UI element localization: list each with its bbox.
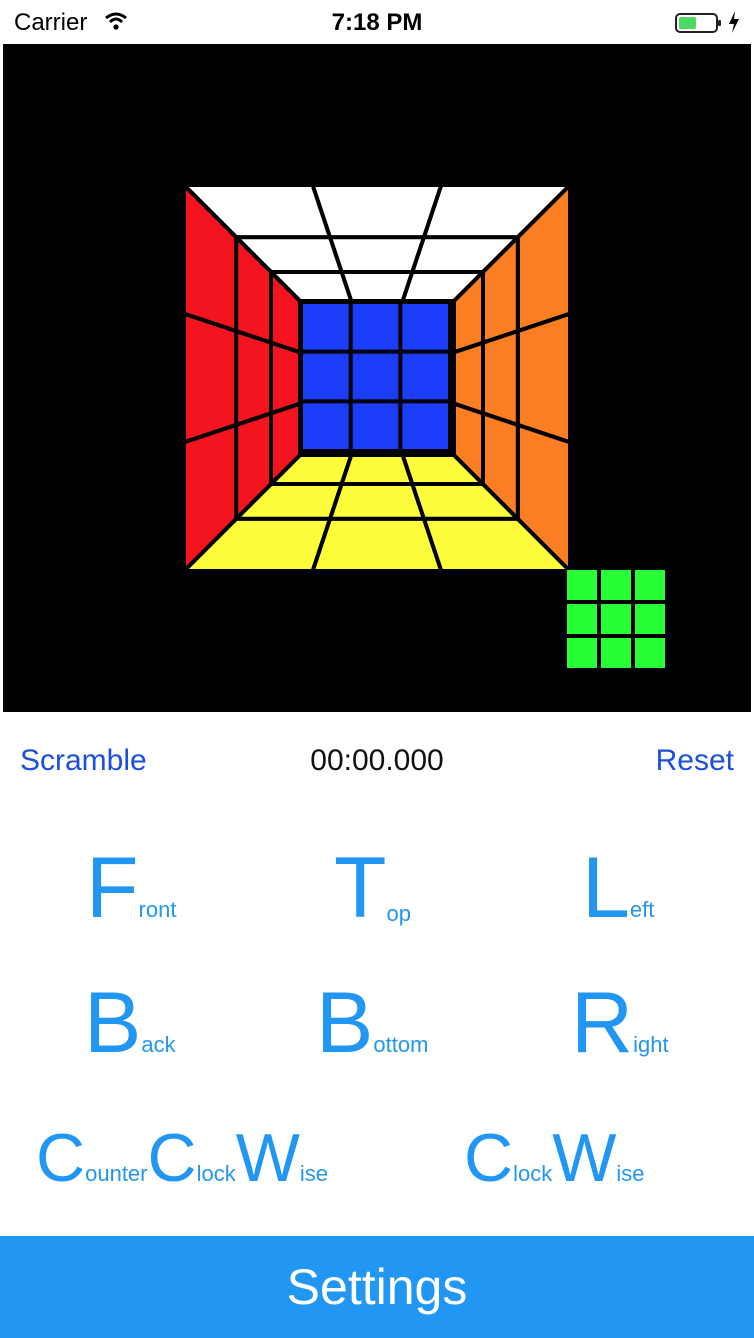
cube-left-sticker xyxy=(234,328,273,428)
ccw-initial-c: C xyxy=(36,1120,86,1196)
cube-bottom-sticker xyxy=(338,453,416,486)
status-bar: Carrier 7:18 PM xyxy=(0,0,754,44)
cube-center-sticker xyxy=(402,403,448,449)
cube-center-sticker xyxy=(352,353,399,400)
mini-face-sticker xyxy=(635,570,665,600)
cube-left-sticker xyxy=(269,339,302,417)
bottom-move-button[interactable]: Bottom xyxy=(316,980,428,1080)
mini-face-sticker xyxy=(635,604,665,634)
cube-right-sticker xyxy=(452,339,485,417)
cw-initial-c: C xyxy=(464,1120,514,1196)
cube-center-sticker xyxy=(402,353,448,400)
ccw-initial-w: W xyxy=(235,1120,300,1196)
top-rest: op xyxy=(386,901,412,926)
top-move-button[interactable]: Top xyxy=(334,845,411,945)
back-rest: ack xyxy=(141,1032,176,1057)
cube-center-sticker xyxy=(352,304,399,350)
cube-top-sticker xyxy=(309,183,445,240)
ccw-ise: ise xyxy=(299,1161,329,1186)
bottom-initial: B xyxy=(316,975,374,1071)
back-initial: B xyxy=(84,975,142,1071)
cube-right-sticker xyxy=(515,310,572,446)
cube-bottom-sticker xyxy=(309,516,445,573)
battery-icon xyxy=(675,12,723,39)
ccw-initial-c2: C xyxy=(147,1120,197,1196)
left-move-button[interactable]: Left xyxy=(582,845,654,945)
cube-top-sticker xyxy=(327,235,427,274)
cw-initial-w: W xyxy=(552,1120,617,1196)
cube-top-sticker xyxy=(338,270,416,303)
cube-illustration xyxy=(179,180,665,668)
ccw-lock: lock xyxy=(196,1161,236,1186)
cube-bottom-sticker xyxy=(327,482,427,521)
right-move-button[interactable]: Right xyxy=(571,980,669,1080)
settings-button[interactable]: Settings xyxy=(0,1236,754,1338)
cube-right-sticker xyxy=(481,328,520,428)
status-time: 7:18 PM xyxy=(331,9,423,36)
left-initial: L xyxy=(582,840,630,936)
right-initial: R xyxy=(571,975,634,1071)
counterclockwise-button[interactable]: CounterClockWise xyxy=(36,1124,328,1204)
controls-row: Scramble 00:00.000 Reset xyxy=(0,738,754,788)
top-initial: T xyxy=(334,840,387,936)
charging-icon xyxy=(728,10,740,39)
front-rest: ront xyxy=(138,897,177,922)
left-rest: eft xyxy=(629,897,655,922)
cw-ise: ise xyxy=(616,1161,645,1186)
back-move-button[interactable]: Back xyxy=(84,980,176,1080)
ccw-counter: ounter xyxy=(85,1161,148,1186)
cube-left-sticker xyxy=(182,310,239,446)
mini-face-sticker xyxy=(601,570,631,600)
front-initial: F xyxy=(86,840,139,936)
cube-center-sticker xyxy=(303,353,349,400)
cw-lock: lock xyxy=(513,1161,553,1186)
front-move-button[interactable]: Front xyxy=(86,845,176,945)
mini-face-sticker xyxy=(601,638,631,668)
reset-button[interactable]: Reset xyxy=(656,744,734,778)
clockwise-button[interactable]: ClockWise xyxy=(464,1124,645,1204)
bottom-rest: ottom xyxy=(373,1032,429,1057)
mini-face-sticker xyxy=(567,570,597,600)
cube-center-sticker xyxy=(402,304,448,350)
right-rest: ight xyxy=(633,1032,669,1057)
mini-face-sticker xyxy=(567,638,597,668)
cube-view[interactable] xyxy=(3,44,751,712)
cube-center-sticker xyxy=(352,403,399,449)
mini-face-sticker xyxy=(635,638,665,668)
mini-face-sticker xyxy=(567,604,597,634)
mini-face-sticker xyxy=(601,604,631,634)
cube-center-sticker xyxy=(303,403,349,449)
timer-display: 00:00.000 xyxy=(310,744,444,777)
cube-center-sticker xyxy=(303,304,349,350)
